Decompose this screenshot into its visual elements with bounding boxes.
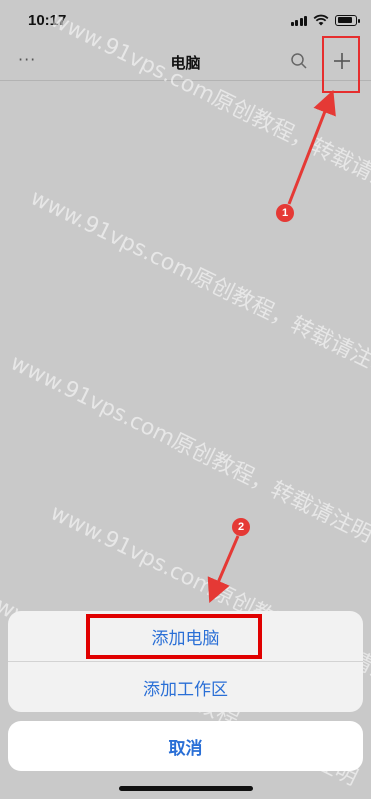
highlight-box-add-computer [86,614,262,659]
watermark: www.91vps.com原创教程，转载请注明 [26,185,371,383]
home-indicator [119,786,253,791]
arrow-1 [287,89,336,205]
search-icon[interactable] [290,52,308,70]
arrow-2 [207,535,240,604]
status-time: 10:17 [28,12,67,29]
page-title: 电脑 [170,54,201,72]
cancel-button[interactable]: 取消 [8,721,363,771]
status-bar: 10:17 [0,0,371,44]
add-workspace-button[interactable]: 添加工作区 [8,662,363,712]
highlight-box-add [322,36,360,93]
watermark: www.91vps.com原创教程，转载请注明 [6,350,371,548]
battery-icon [335,14,360,26]
step-badge-1: 1 [276,204,294,222]
status-icons [290,14,360,26]
wifi-icon [313,14,329,26]
nav-bar: ··· 电脑 [0,44,371,81]
signal-icon [290,15,307,26]
step-badge-2: 2 [232,518,250,536]
